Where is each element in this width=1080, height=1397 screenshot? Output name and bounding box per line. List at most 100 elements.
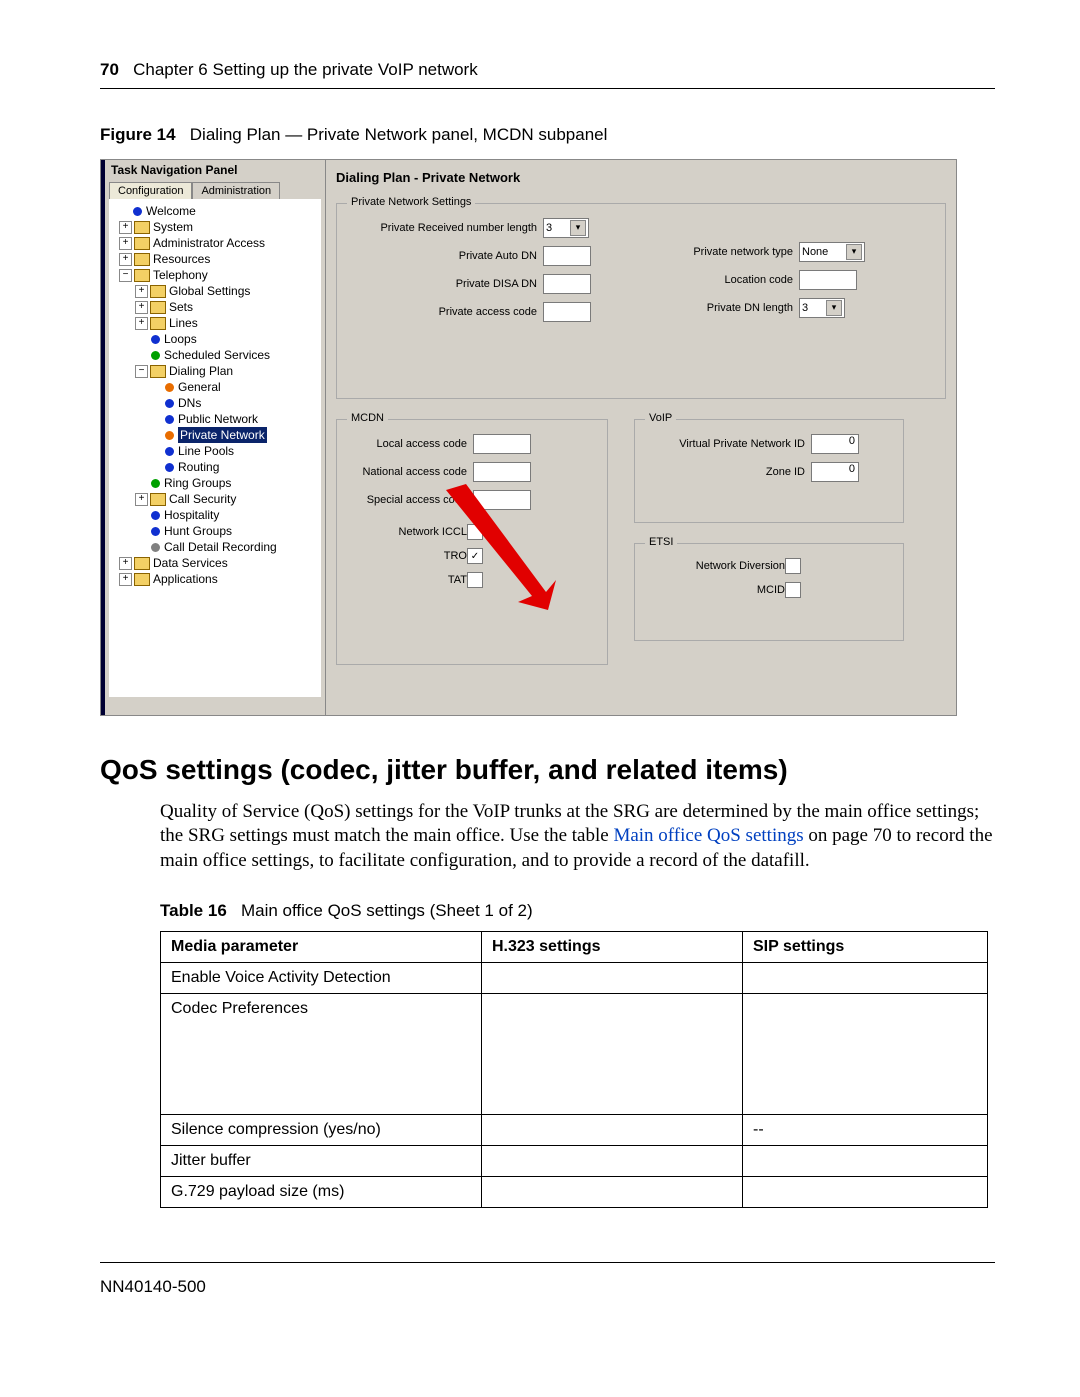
tree-item-lines[interactable]: Lines <box>169 315 198 331</box>
table-row: Silence compression (yes/no)-- <box>161 1114 988 1145</box>
expand-icon[interactable]: + <box>135 493 148 506</box>
input-location-code[interactable] <box>799 270 857 290</box>
tree-item-private-network[interactable]: Private Network <box>178 427 267 443</box>
page-header: 70 Chapter 6 Setting up the private VoIP… <box>100 60 995 89</box>
checkbox-tat[interactable] <box>467 572 483 588</box>
select-dn-length[interactable]: 3▾ <box>799 298 845 318</box>
input-auto-dn[interactable] <box>543 246 591 266</box>
tree-item-routing[interactable]: Routing <box>178 459 219 475</box>
chevron-down-icon: ▾ <box>826 300 842 316</box>
tree-item-cdr[interactable]: Call Detail Recording <box>164 539 277 555</box>
checkbox-iccl[interactable] <box>467 524 483 540</box>
tree-item-sched[interactable]: Scheduled Services <box>164 347 270 363</box>
dot-icon <box>133 207 142 216</box>
input-local-access[interactable] <box>473 434 531 454</box>
link-qos-settings[interactable]: Main office QoS settings <box>613 825 803 846</box>
tree-item-call-security[interactable]: Call Security <box>169 491 236 507</box>
dot-icon <box>165 447 174 456</box>
dot-icon <box>165 415 174 424</box>
nav-tree[interactable]: Welcome + System + Administrator Access + R… <box>109 199 321 697</box>
dot-icon <box>151 511 160 520</box>
tree-item-applications[interactable]: Applications <box>153 571 218 587</box>
dot-icon <box>151 479 160 488</box>
select-network-type[interactable]: None▾ <box>799 242 865 262</box>
tab-administration[interactable]: Administration <box>192 182 280 199</box>
tree-item-general[interactable]: General <box>178 379 221 395</box>
checkbox-diversion[interactable] <box>785 558 801 574</box>
input-zone-id[interactable]: 0 <box>811 462 859 482</box>
dot-icon <box>151 543 160 552</box>
expand-icon[interactable]: + <box>119 221 132 234</box>
table-caption: Table 16 Main office QoS settings (Sheet… <box>160 901 995 921</box>
select-recv-length[interactable]: 3▾ <box>543 218 589 238</box>
collapse-icon[interactable]: − <box>119 269 132 282</box>
dot-icon <box>165 399 174 408</box>
tree-item-system[interactable]: System <box>153 219 193 235</box>
table-header-row: Media parameter H.323 settings SIP setti… <box>161 931 988 962</box>
table-row: G.729 payload size (ms) <box>161 1176 988 1207</box>
folder-icon <box>134 237 150 250</box>
dot-icon <box>165 383 174 392</box>
table-row: Enable Voice Activity Detection <box>161 962 988 993</box>
collapse-icon[interactable]: − <box>135 365 148 378</box>
tab-configuration[interactable]: Configuration <box>109 182 192 199</box>
input-disa-dn[interactable] <box>543 274 591 294</box>
tree-item-dialing-plan[interactable]: Dialing Plan <box>169 363 233 379</box>
chevron-down-icon: ▾ <box>846 244 862 260</box>
dot-icon <box>165 431 174 440</box>
tree-item-sets[interactable]: Sets <box>169 299 193 315</box>
dot-icon <box>165 463 174 472</box>
expand-icon[interactable]: + <box>119 253 132 266</box>
table-row: Jitter buffer <box>161 1145 988 1176</box>
folder-icon <box>150 365 166 378</box>
tree-item-dns[interactable]: DNs <box>178 395 201 411</box>
checkbox-tro[interactable]: ✓ <box>467 548 483 564</box>
fieldset-mcdn: MCDN Local access code National access c… <box>336 419 608 665</box>
section-paragraph: Quality of Service (QoS) settings for th… <box>160 800 995 873</box>
checkbox-mcid[interactable] <box>785 582 801 598</box>
folder-icon <box>134 269 150 282</box>
section-heading: QoS settings (codec, jitter buffer, and … <box>100 754 995 786</box>
input-national-access[interactable] <box>473 462 531 482</box>
input-vpn-id[interactable]: 0 <box>811 434 859 454</box>
expand-icon[interactable]: + <box>119 237 132 250</box>
folder-icon <box>134 253 150 266</box>
nav-title: Task Navigation Panel <box>105 160 325 180</box>
folder-icon <box>134 573 150 586</box>
tree-item-telephony[interactable]: Telephony <box>153 267 208 283</box>
qos-table: Media parameter H.323 settings SIP setti… <box>160 931 988 1208</box>
expand-icon[interactable]: + <box>119 557 132 570</box>
tree-item-hunt-groups[interactable]: Hunt Groups <box>164 523 232 539</box>
figure-caption: Figure 14 Dialing Plan — Private Network… <box>100 125 995 145</box>
expand-icon[interactable]: + <box>135 301 148 314</box>
input-access-code[interactable] <box>543 302 591 322</box>
dot-icon <box>151 527 160 536</box>
folder-icon <box>150 285 166 298</box>
tree-item-loops[interactable]: Loops <box>164 331 197 347</box>
tree-item-public-network[interactable]: Public Network <box>178 411 258 427</box>
tree-item-ring-groups[interactable]: Ring Groups <box>164 475 231 491</box>
main-panel: Dialing Plan - Private Network Private N… <box>326 160 956 715</box>
folder-icon <box>134 221 150 234</box>
expand-icon[interactable]: + <box>135 317 148 330</box>
folder-icon <box>150 493 166 506</box>
screenshot-panel: Task Navigation Panel Configuration Admi… <box>100 159 957 716</box>
tree-item-resources[interactable]: Resources <box>153 251 210 267</box>
table-row: Codec Preferences <box>161 993 988 1114</box>
input-special-access[interactable] <box>473 490 531 510</box>
dot-icon <box>151 335 160 344</box>
expand-icon[interactable]: + <box>135 285 148 298</box>
panel-title: Dialing Plan - Private Network <box>336 170 946 185</box>
folder-icon <box>134 557 150 570</box>
tree-item-global[interactable]: Global Settings <box>169 283 250 299</box>
tree-item-hospitality[interactable]: Hospitality <box>164 507 219 523</box>
tree-item-line-pools[interactable]: Line Pools <box>178 443 234 459</box>
tree-item-data-services[interactable]: Data Services <box>153 555 228 571</box>
chevron-down-icon: ▾ <box>570 220 586 236</box>
footer-doc-id: NN40140-500 <box>100 1262 995 1297</box>
tree-item-admin[interactable]: Administrator Access <box>153 235 265 251</box>
chapter-title: Chapter 6 Setting up the private VoIP ne… <box>133 60 478 79</box>
tree-item-welcome[interactable]: Welcome <box>146 203 196 219</box>
dot-icon <box>151 351 160 360</box>
expand-icon[interactable]: + <box>119 573 132 586</box>
